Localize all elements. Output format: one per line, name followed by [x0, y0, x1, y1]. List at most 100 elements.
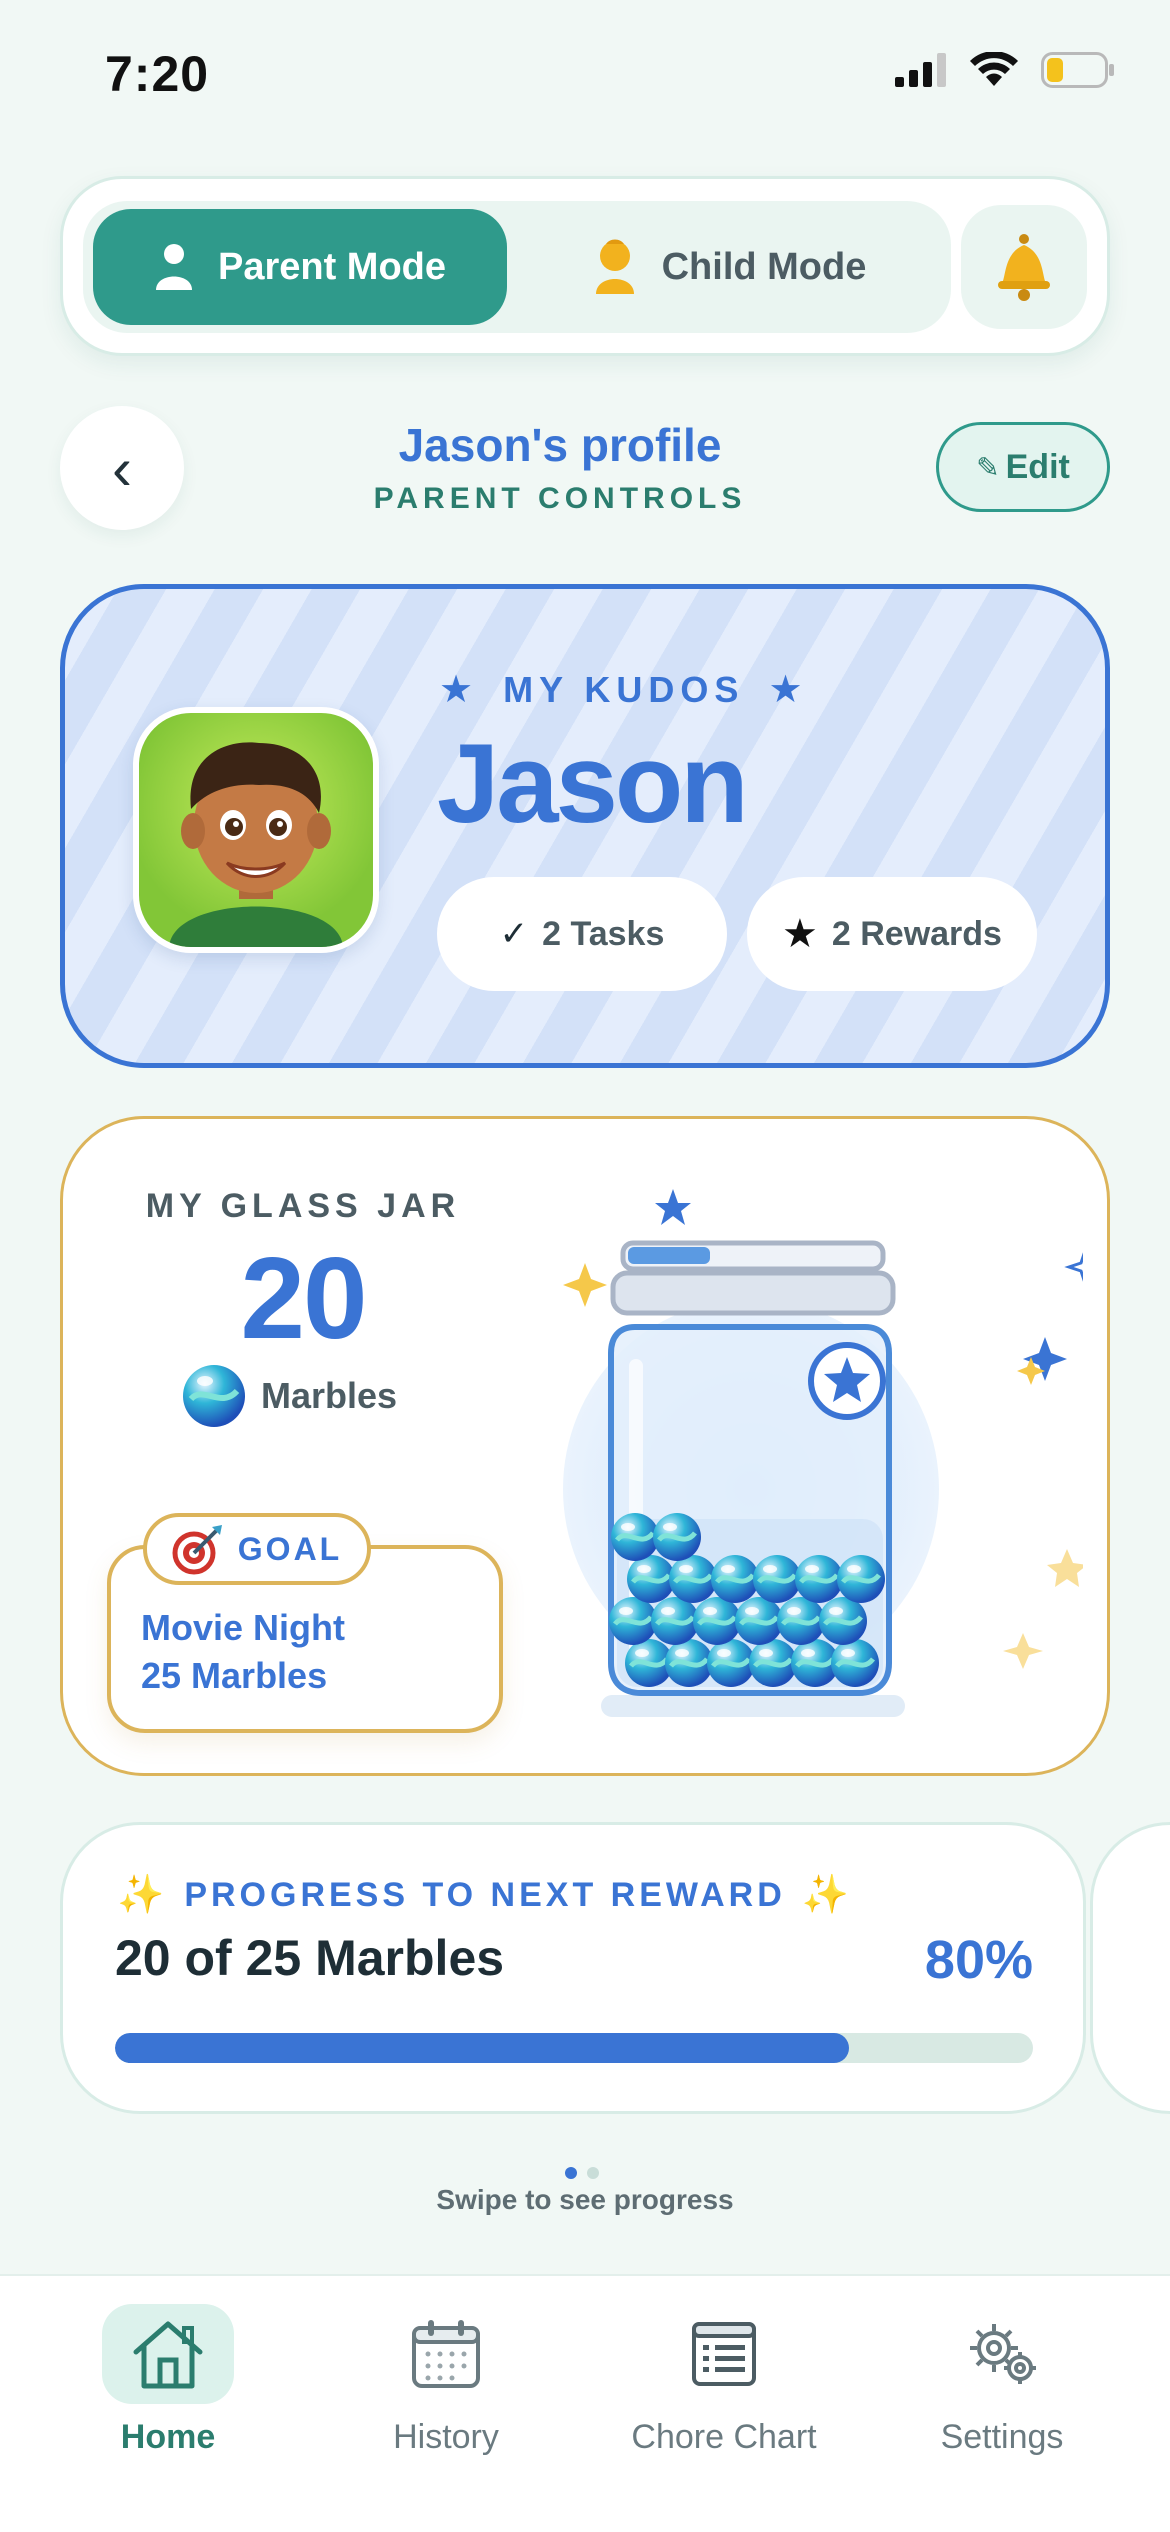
marble-highlight — [787, 1607, 801, 1615]
status-icons — [895, 52, 1115, 88]
tab-home[interactable]: Home — [48, 2304, 288, 2457]
star-icon — [1047, 1549, 1083, 1587]
avatar-illustration — [169, 742, 343, 947]
edit-label: Edit — [1005, 447, 1070, 486]
tab-icon-background — [102, 2304, 234, 2404]
marble-highlight — [717, 1649, 731, 1657]
page-subtitle: PARENT CONTROLS — [373, 482, 747, 515]
marble-highlight — [621, 1523, 635, 1531]
parent-mode-label: Parent Mode — [217, 245, 447, 288]
tab-label: Home — [120, 2418, 216, 2456]
progress-bar — [115, 2033, 1033, 2063]
child-icon — [595, 239, 634, 294]
rewards-label: 2 Rewards — [831, 914, 1002, 953]
back-button[interactable]: ‹ — [60, 406, 184, 530]
star-icon: ★ — [782, 912, 818, 956]
star-icon: ★ — [768, 669, 809, 711]
sparkle-icon — [563, 1263, 607, 1307]
chore-list-icon — [692, 2322, 756, 2386]
marble-highlight — [759, 1649, 773, 1657]
status-time: 7:20 — [105, 46, 210, 102]
tab-chore-chart[interactable]: Chore Chart — [604, 2304, 844, 2457]
person-icon — [155, 244, 192, 290]
tasks-chip[interactable]: ✓ 2 Tasks — [437, 877, 727, 991]
tab-label: History — [393, 2418, 499, 2456]
sparkle-icon — [1064, 1252, 1083, 1282]
tab-label: Settings — [940, 2418, 1064, 2456]
goal-target: 25 Marbles — [141, 1655, 328, 1696]
page-title: Jason's profile — [398, 419, 722, 471]
tab-icon-background — [658, 2304, 790, 2404]
edit-button[interactable]: ✎ Edit — [936, 422, 1110, 512]
tab-label: Chore Chart — [631, 2418, 817, 2456]
pencil-icon: ✎ — [976, 451, 1000, 483]
progress-percent: 80% — [924, 1930, 1033, 1990]
tab-bar: Home History Chore Chart Settings — [0, 2274, 1170, 2532]
page-dot[interactable] — [565, 2167, 577, 2179]
star-icon: ★ — [439, 669, 480, 711]
marble-highlight — [721, 1565, 735, 1573]
marble-unit-row: Marbles — [181, 1363, 397, 1429]
progress-bar-fill — [115, 2033, 850, 2063]
marble-highlight — [745, 1607, 759, 1615]
page-dot[interactable] — [587, 2167, 599, 2179]
glass-jar-illustration — [563, 1189, 1083, 1717]
star-icon — [655, 1189, 691, 1225]
page-indicator[interactable] — [565, 2167, 599, 2179]
marble-highlight — [675, 1649, 689, 1657]
rewards-chip[interactable]: ★ 2 Rewards — [747, 877, 1037, 991]
marble-count: 20 — [240, 1233, 367, 1363]
tab-history[interactable]: History — [326, 2304, 566, 2457]
goal-box[interactable]: GOAL Movie Night 25 Marbles — [107, 1513, 503, 1733]
marble-highlight — [763, 1565, 777, 1573]
progress-label-row: ✨ PROGRESS TO NEXT REWARD ✨ — [117, 1873, 853, 1917]
marble-unit: Marbles — [261, 1375, 398, 1416]
kudos-card: ★ MY KUDOS ★ Jason ✓ 2 Tasks ★ 2 Rewards — [60, 584, 1110, 1068]
swipe-hint: Swipe to see progress — [436, 2184, 734, 2215]
marble-highlight — [663, 1523, 677, 1531]
marble-highlight — [679, 1565, 693, 1573]
avatar — [133, 707, 379, 953]
progress-card[interactable]: ✨ PROGRESS TO NEXT REWARD ✨ 20 of 25 Mar… — [60, 1822, 1086, 2114]
marble-highlight — [703, 1607, 717, 1615]
calendar-icon — [412, 2320, 480, 2388]
tasks-label: 2 Tasks — [542, 914, 665, 953]
marble-highlight — [637, 1565, 651, 1573]
gear-icon — [970, 2324, 1036, 2384]
marble-highlight — [619, 1607, 633, 1615]
marble-highlight — [801, 1649, 815, 1657]
child-mode-label: Child Mode — [661, 245, 867, 288]
check-icon: ✓ — [499, 915, 529, 953]
wifi-icon — [970, 52, 1018, 86]
kudos-label: MY KUDOS — [503, 668, 745, 710]
marble-highlight — [661, 1607, 675, 1615]
glass-jar-card: MY GLASS JAR 20 Marbles GOAL Movie Night… — [60, 1116, 1110, 1776]
sparkles-icon: ✨ — [117, 1874, 169, 1916]
target-icon — [172, 1525, 222, 1575]
tab-icon-background — [380, 2304, 512, 2404]
marble-icon — [183, 1365, 245, 1427]
next-card-peek[interactable] — [1090, 1822, 1170, 2114]
mode-track: Parent Mode Child Mode — [83, 201, 951, 333]
notifications-button[interactable] — [961, 205, 1087, 329]
progress-label: PROGRESS TO NEXT REWARD — [184, 1875, 786, 1914]
sparkle-icon — [1003, 1633, 1043, 1669]
bell-icon — [998, 234, 1050, 301]
mode-switch: Parent Mode Child Mode — [60, 176, 1110, 356]
signal-icon — [895, 53, 946, 87]
goal-name: Movie Night — [141, 1607, 345, 1648]
battery-icon — [1041, 52, 1114, 88]
goal-tag-label: GOAL — [237, 1530, 343, 1567]
tab-settings[interactable]: Settings — [882, 2304, 1122, 2457]
child-name: Jason — [437, 721, 749, 846]
marble-highlight — [841, 1649, 855, 1657]
sparkles-icon: ✨ — [801, 1874, 854, 1916]
chevron-left-icon: ‹ — [112, 434, 132, 502]
marble-highlight — [805, 1565, 819, 1573]
child-mode-button[interactable]: Child Mode — [519, 209, 939, 325]
jar-label: MY GLASS JAR — [145, 1187, 461, 1225]
tab-icon-background — [936, 2304, 1068, 2404]
goal-tag: GOAL — [143, 1513, 371, 1585]
lid-progress-fill — [628, 1247, 710, 1264]
parent-mode-button[interactable]: Parent Mode — [93, 209, 507, 325]
